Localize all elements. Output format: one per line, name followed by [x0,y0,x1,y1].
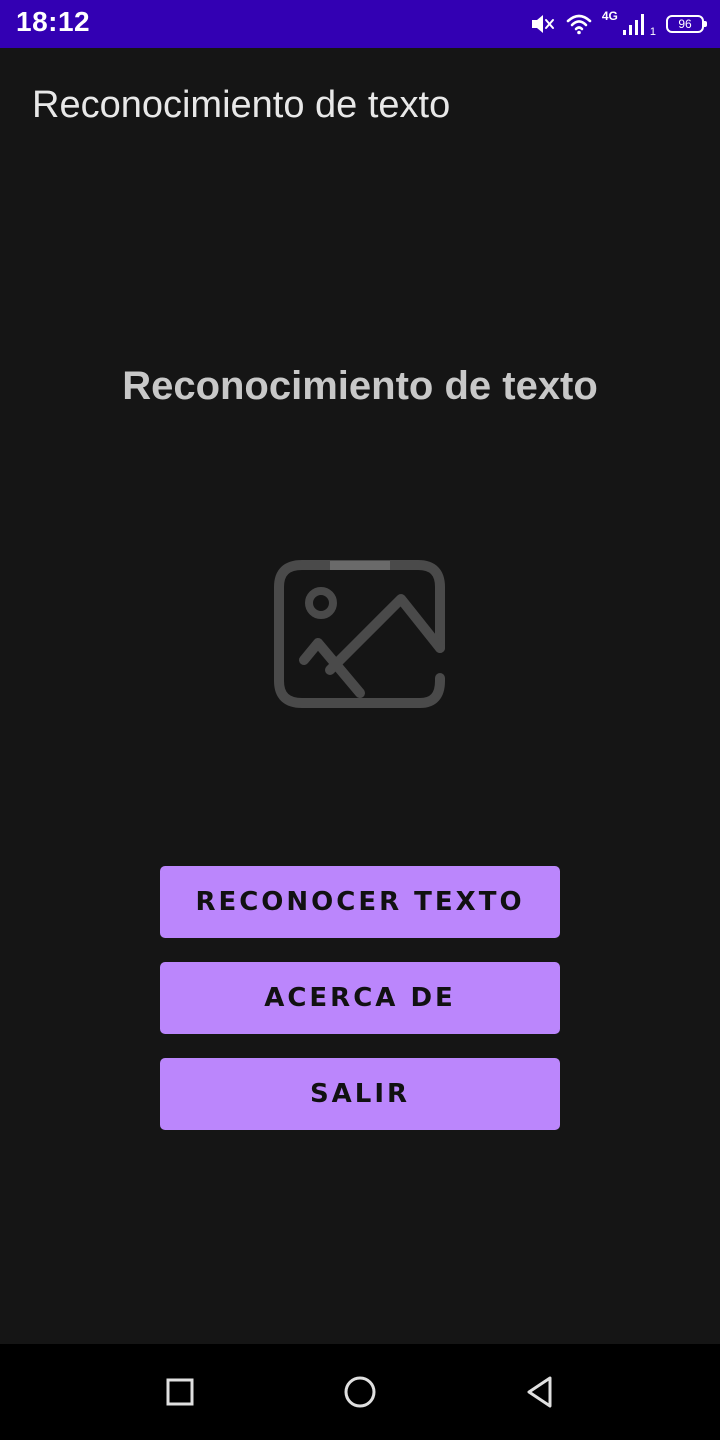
page-heading: Reconocimiento de texto [122,364,598,408]
status-icons: 4G 1 96 [530,9,707,38]
recent-apps-icon[interactable] [160,1372,200,1412]
battery-icon: 96 [666,15,707,33]
mute-icon [530,13,556,35]
image-placeholder-icon [270,556,450,712]
app-screen: 18:12 4G 1 96 Reconocimiento de texto Re… [0,0,720,1440]
signal-icon [622,12,648,36]
app-bar-title: Reconocimiento de texto [32,84,451,126]
wifi-icon [566,13,592,35]
home-icon[interactable] [340,1372,380,1412]
sim-slot-label: 1 [649,26,656,38]
battery-level: 96 [678,17,692,31]
about-button[interactable]: ACERCA DE [160,962,560,1034]
network-type-label: 4G [601,9,618,23]
recognize-text-button[interactable]: RECONOCER TEXTO [160,866,560,938]
exit-button[interactable]: SALIR [160,1058,560,1130]
status-time: 18:12 [16,6,91,37]
navigation-bar [0,1344,720,1440]
back-icon[interactable] [520,1372,560,1412]
status-bar: 18:12 4G 1 96 [0,0,720,48]
